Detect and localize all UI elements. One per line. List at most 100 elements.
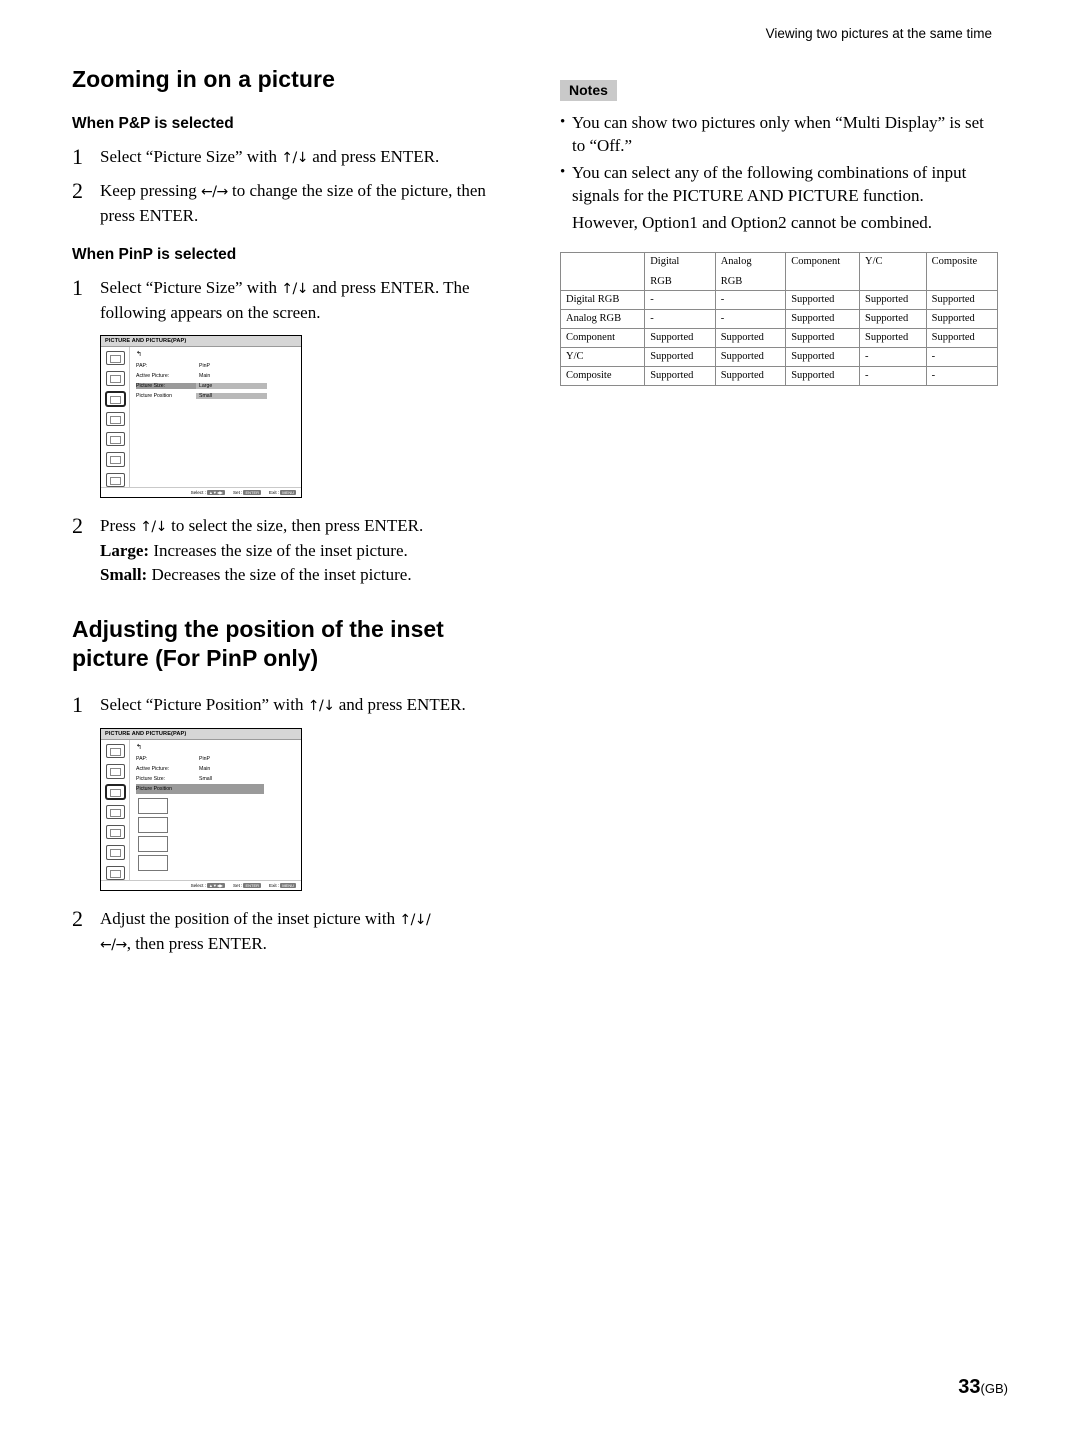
- step-text: Press ↑/↓ to select the size, then press…: [100, 514, 512, 587]
- arrow-updown-icon: ↑/↓: [307, 698, 335, 714]
- table-header-row: Digital RGB Analog RGB Component Y/C Compo…: [559, 252, 999, 291]
- osd-body: ↰ PAP: PinP Active Picture: Main Picture…: [101, 347, 301, 487]
- position-grid: [138, 798, 200, 871]
- page-folio: 33(GB): [958, 1376, 1008, 1399]
- osd-icon-column: [101, 347, 130, 487]
- osd-settings-list: ↰ PAP: PinP Active Picture: Main Picture…: [130, 740, 301, 880]
- osd-title: PICTURE AND PICTURE(PAP): [101, 729, 301, 740]
- arrow-leftright-icon: ←/→: [201, 184, 228, 200]
- table-header-cell-5: Composite: [925, 252, 999, 291]
- osd-menu-icon-3-selected: [105, 784, 125, 799]
- table-row-label: Composite: [559, 366, 646, 386]
- arrow-keys-icon: ▲▼◀▶: [206, 490, 225, 495]
- step-text-before: Select “Picture Position” with: [100, 695, 308, 714]
- bullet-icon: •: [560, 114, 566, 130]
- osd-menu-icon-7: [105, 472, 125, 487]
- osd-footer-select: Select : ▲▼◀▶: [191, 490, 225, 495]
- step-item: 1 Select “Picture Position” with ↑/↓ and…: [72, 693, 512, 718]
- page-number: 33: [958, 1376, 981, 1398]
- arrow-leftright-icon: ←/→: [100, 937, 127, 953]
- table-header-cell-1: Digital RGB: [644, 252, 716, 291]
- table-cell: Supported: [644, 347, 716, 367]
- step-number: 2: [72, 178, 83, 203]
- arrow-updown-icon: ↑/↓: [281, 150, 308, 166]
- osd-row: PAP: PinP: [136, 754, 297, 764]
- osd-row-value: PinP: [199, 756, 210, 762]
- table-row: Digital RGB - - Supported Supported Supp…: [559, 290, 999, 310]
- subsection-heading-pap: When P&P is selected: [72, 115, 234, 132]
- osd-footer-exit: Exit : MENU: [269, 883, 296, 888]
- osd-row-value: Large: [196, 383, 267, 389]
- note-item: • You can select any of the following co…: [560, 161, 998, 207]
- osd-menu-icon-6: [105, 845, 125, 860]
- table-cell: Supported: [714, 366, 787, 386]
- step-number: 1: [72, 144, 83, 169]
- osd-menu-icon-5: [105, 432, 125, 447]
- osd-menu-icon-4: [105, 411, 125, 427]
- table-cell: Supported: [925, 290, 999, 310]
- osd-row: Picture Size: Small: [136, 774, 297, 784]
- table-cell: Supported: [925, 328, 999, 348]
- osd-row: Picture Position Small: [136, 391, 297, 401]
- osd-footer-set: Set : ENTER: [233, 490, 261, 495]
- table-row-label: Y/C: [559, 347, 646, 367]
- step-item: 1 Select “Picture Size” with ↑/↓ and pre…: [72, 276, 512, 325]
- step-number: 1: [72, 692, 83, 717]
- table-row: Composite Supported Supported Supported …: [559, 366, 999, 386]
- osd-row-value: Small: [196, 393, 267, 399]
- table-cell: Supported: [714, 328, 787, 348]
- osd-row-label: PAP:: [136, 363, 148, 369]
- menu-key-icon: MENU: [280, 490, 296, 495]
- table-head: Digital RGB Analog RGB Component Y/C Compo…: [559, 252, 999, 291]
- table-header-cell-0: [559, 252, 646, 291]
- arrow-keys-icon: ▲▼◀▶: [206, 883, 225, 888]
- position-cell-bottom-right: [138, 855, 168, 871]
- table-cell: -: [859, 366, 927, 386]
- step-text: Select “Picture Size” with ↑/↓ and press…: [100, 145, 512, 170]
- position-cell-bottom-left: [138, 836, 168, 852]
- table-cell: -: [859, 347, 927, 367]
- large-text: Increases the size of the inset picture.: [149, 541, 408, 560]
- osd-menu-icon-2: [105, 371, 125, 386]
- step-text-after: and press ENTER.: [307, 147, 440, 166]
- osd-menu-icon-4: [105, 804, 125, 820]
- step-item: 2 Keep pressing ←/→ to change the size o…: [72, 179, 512, 228]
- table-cell: -: [925, 347, 999, 367]
- osd-illustration-picture-size: PICTURE AND PICTURE(PAP) ↰ PAP: PinP Act…: [100, 335, 302, 498]
- note-item: • You can show two pictures only when “M…: [560, 111, 998, 157]
- small-text: Decreases the size of the inset picture.: [147, 565, 412, 584]
- osd-row-label: Active Picture:: [136, 373, 170, 379]
- osd-footer: Select : ▲▼◀▶ Set : ENTER Exit : MENU: [101, 487, 301, 497]
- osd-footer-set: Set : ENTER: [233, 883, 261, 888]
- osd-row-value: Main: [199, 766, 211, 772]
- step-text-after: to select the size, then press ENTER.: [166, 516, 424, 535]
- right-column: Notes • You can show two pictures only w…: [559, 80, 999, 386]
- table-header-cell-4: Y/C: [859, 252, 927, 291]
- table-cell: Supported: [785, 366, 861, 386]
- osd-row-label: Picture Size:: [136, 383, 196, 389]
- osd-row-label: Active Picture:: [136, 766, 170, 772]
- osd-footer-exit-label: Exit :: [269, 883, 280, 888]
- arrow-updown-icon: ↑/↓: [281, 281, 308, 297]
- table-cell: Supported: [785, 328, 861, 348]
- osd-row-selected: Picture Size: Large: [136, 381, 297, 391]
- table-row-label: Analog RGB: [559, 309, 646, 329]
- osd-row-label: Picture Size:: [136, 776, 166, 782]
- osd-menu-icon-7: [105, 865, 125, 880]
- table-header-text: Analog: [720, 256, 752, 267]
- table-cell: -: [644, 290, 716, 310]
- arrow-updown-icon: ↑/↓: [140, 519, 167, 535]
- step-text-before: Select “Picture Size” with: [100, 278, 282, 297]
- table-cell: Supported: [644, 366, 716, 386]
- table-cell: Supported: [785, 309, 861, 329]
- osd-menu-icon-3-selected: [105, 391, 125, 406]
- enter-key-icon: ENTER: [243, 490, 261, 495]
- osd-footer-set-label: Set :: [232, 883, 243, 888]
- osd-row-label: Picture Position: [136, 786, 173, 792]
- osd-row: Active Picture: Main: [136, 764, 297, 774]
- manual-page: Viewing two pictures at the same time Zo…: [0, 0, 1080, 1441]
- small-label: Small:: [100, 565, 148, 584]
- bullet-icon: •: [560, 164, 566, 180]
- page-title-2: Adjusting the position of the inset pict…: [72, 616, 444, 671]
- page-title: Zooming in on a picture: [72, 66, 335, 92]
